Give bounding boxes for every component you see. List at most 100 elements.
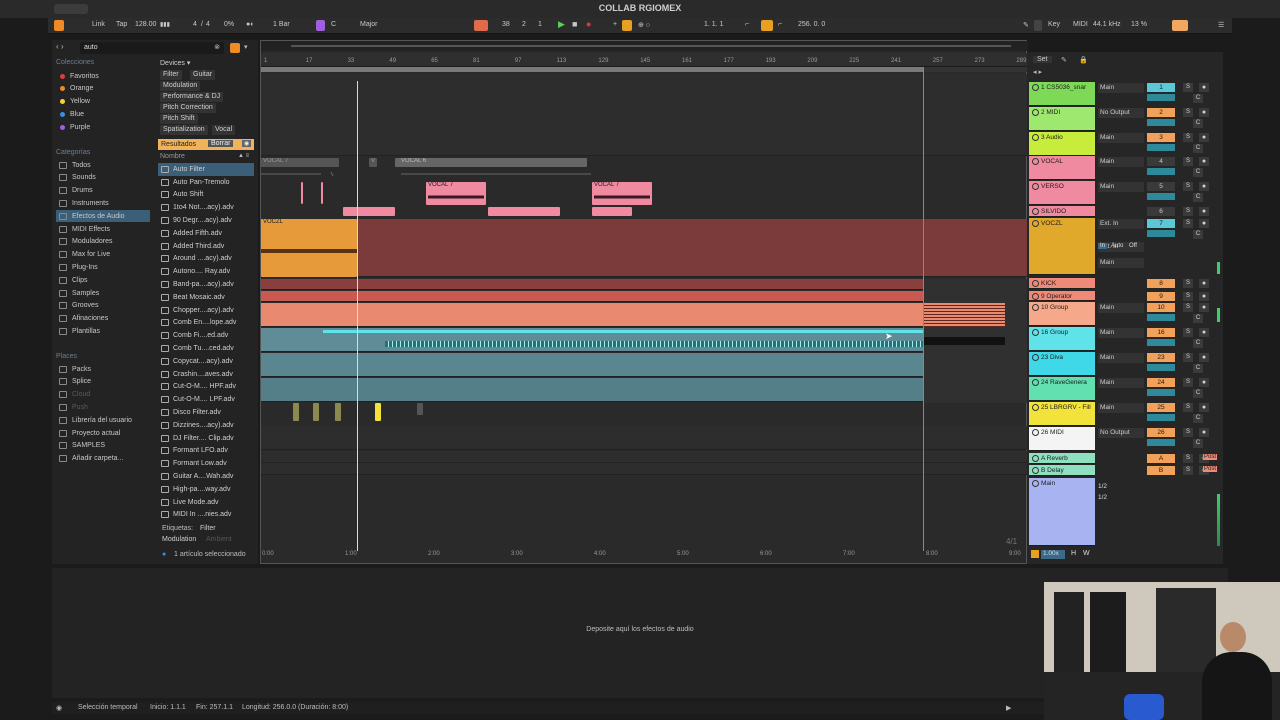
- height-button[interactable]: H: [1071, 550, 1076, 557]
- clip-verso-c[interactable]: [592, 207, 632, 216]
- place-item[interactable]: Cloud: [56, 389, 150, 401]
- volume-slider[interactable]: [1147, 389, 1175, 396]
- category-item[interactable]: Sounds: [56, 172, 150, 184]
- link-button[interactable]: Link: [92, 21, 105, 28]
- post-button[interactable]: Post: [1203, 454, 1218, 460]
- pan-knob[interactable]: C: [1193, 314, 1203, 323]
- output-routing-select[interactable]: Main: [1098, 303, 1144, 313]
- solo-button[interactable]: S: [1183, 157, 1193, 166]
- teal-pattern-clip[interactable]: [385, 341, 1005, 347]
- metronome-icon[interactable]: ●◐: [246, 21, 254, 28]
- clear-search-icon[interactable]: ⊗: [214, 43, 220, 51]
- monitor-output-select[interactable]: Main: [1098, 258, 1144, 268]
- output-routing-select[interactable]: Main: [1098, 182, 1144, 192]
- pan-knob[interactable]: C: [1193, 119, 1203, 128]
- clip-v-ghost[interactable]: V: [369, 158, 377, 167]
- track-header[interactable]: 23 Diva: [1029, 352, 1095, 376]
- track-activator[interactable]: 16: [1147, 328, 1175, 337]
- clip-voczl[interactable]: VOCZL: [261, 219, 357, 277]
- solo-button[interactable]: S: [1183, 454, 1193, 463]
- pan-knob[interactable]: C: [1193, 193, 1203, 202]
- stop-icon[interactable]: ■: [572, 19, 577, 29]
- expand-detail-icon[interactable]: ▶: [1006, 704, 1011, 712]
- place-item[interactable]: Proyecto actual: [56, 427, 150, 439]
- track-header[interactable]: B Delay: [1029, 465, 1095, 476]
- category-item[interactable]: Max for Live: [56, 249, 150, 261]
- browser-result-item[interactable]: Cut-O-M.... LPF.adv: [158, 393, 254, 406]
- pan-knob[interactable]: C: [1193, 168, 1203, 177]
- sort-icon[interactable]: ▲ ≡: [238, 153, 249, 159]
- track-activator[interactable]: 2: [1147, 108, 1175, 117]
- arm-icon[interactable]: ●: [1199, 353, 1209, 362]
- menu-icon[interactable]: ☰: [1218, 21, 1224, 29]
- place-item[interactable]: Añadir carpeta...: [56, 453, 150, 465]
- collection-item[interactable]: Yellow: [56, 96, 150, 108]
- fold-track-icon[interactable]: [1032, 134, 1039, 141]
- pan-knob[interactable]: C: [1193, 439, 1203, 448]
- fold-track-icon[interactable]: [1032, 109, 1039, 116]
- volume-slider[interactable]: [1147, 94, 1175, 101]
- browser-result-item[interactable]: Autono.... Ray.adv: [158, 265, 254, 278]
- category-item[interactable]: Grooves: [56, 300, 150, 312]
- solo-button[interactable]: S: [1183, 292, 1193, 301]
- arm-icon[interactable]: ●: [1199, 219, 1209, 228]
- solo-button[interactable]: S: [1183, 328, 1193, 337]
- arm-icon[interactable]: ●: [1199, 133, 1209, 142]
- clip-fill-5[interactable]: [417, 403, 423, 415]
- solo-button[interactable]: S: [1183, 133, 1193, 142]
- pencil-icon[interactable]: ✎: [1061, 56, 1067, 64]
- monitor-off-button[interactable]: Off: [1129, 243, 1137, 249]
- collection-item[interactable]: Favoritos: [56, 70, 150, 82]
- loop-length-field[interactable]: 256. 0. 0: [798, 21, 825, 28]
- output-routing-select[interactable]: Main: [1098, 133, 1144, 143]
- clip-vocal7-ghost[interactable]: VOCAL 7: [261, 158, 339, 167]
- lane-a-reverb[interactable]: [261, 451, 1028, 463]
- category-item[interactable]: MIDI Effects: [56, 223, 150, 235]
- group-tail-clip[interactable]: [923, 303, 1005, 327]
- fold-track-icon[interactable]: [1032, 480, 1039, 487]
- arm-icon[interactable]: ●: [1199, 182, 1209, 191]
- play-icon[interactable]: ▶: [558, 19, 565, 30]
- track-activator[interactable]: A: [1147, 454, 1175, 463]
- fold-track-icon[interactable]: [1032, 329, 1039, 336]
- lane-operator[interactable]: [261, 291, 1028, 302]
- track-header[interactable]: VOCZL: [1029, 218, 1095, 275]
- browser-result-item[interactable]: Comb En....lope.adv: [158, 317, 254, 330]
- browser-result-item[interactable]: Formant Low.adv: [158, 457, 254, 470]
- browser-result-item[interactable]: High-pa....way.adv: [158, 483, 254, 496]
- solo-button[interactable]: S: [1183, 182, 1193, 191]
- fold-track-icon[interactable]: [1032, 467, 1039, 474]
- key-map-button[interactable]: Key: [1048, 21, 1060, 28]
- track-activator[interactable]: 8: [1147, 279, 1175, 288]
- clip-verso-a[interactable]: [343, 207, 395, 216]
- browser-result-item[interactable]: Auto Filter: [158, 163, 254, 176]
- solo-button[interactable]: S: [1183, 207, 1193, 216]
- filter-icon[interactable]: [230, 43, 240, 53]
- send-b-value[interactable]: 1/2: [1098, 494, 1107, 501]
- browser-result-item[interactable]: Live Mode.adv: [158, 496, 254, 509]
- browser-result-item[interactable]: 90 Degr....acy).adv: [158, 214, 254, 227]
- clip-vocal7-a[interactable]: VOCAL 7: [426, 182, 486, 205]
- loop-toggle-icon[interactable]: [761, 20, 773, 31]
- track-activator[interactable]: 25: [1147, 403, 1175, 412]
- beat-ruler[interactable]: 1 17 33 49 65 81 97 113 129 145 161 177 193 209 225 241…: [261, 53, 1028, 67]
- teal-tail-clip[interactable]: [923, 337, 1005, 345]
- place-item[interactable]: SAMPLES: [56, 440, 150, 452]
- clip-fill-3[interactable]: [335, 403, 341, 421]
- clip-vocal-small-2[interactable]: [321, 182, 323, 204]
- volume-slider[interactable]: [1147, 119, 1175, 126]
- solo-button[interactable]: S: [1183, 378, 1193, 387]
- fold-track-icon[interactable]: [1032, 183, 1039, 190]
- track-header[interactable]: VERSO: [1029, 181, 1095, 205]
- pan-knob[interactable]: C: [1193, 339, 1203, 348]
- fold-track-icon[interactable]: [1032, 220, 1039, 227]
- teal-clip-line[interactable]: [323, 330, 1005, 333]
- pan-knob[interactable]: C: [1193, 230, 1203, 239]
- track-activator[interactable]: 10: [1147, 303, 1175, 312]
- lane-23-diva[interactable]: [261, 353, 1028, 377]
- clip-fill-2[interactable]: [313, 403, 319, 421]
- fold-track-icon[interactable]: [1032, 429, 1039, 436]
- device-tag[interactable]: Modulation: [160, 81, 201, 91]
- output-routing-select[interactable]: Ext. In: [1098, 219, 1144, 229]
- overdub-icon[interactable]: +: [613, 21, 617, 28]
